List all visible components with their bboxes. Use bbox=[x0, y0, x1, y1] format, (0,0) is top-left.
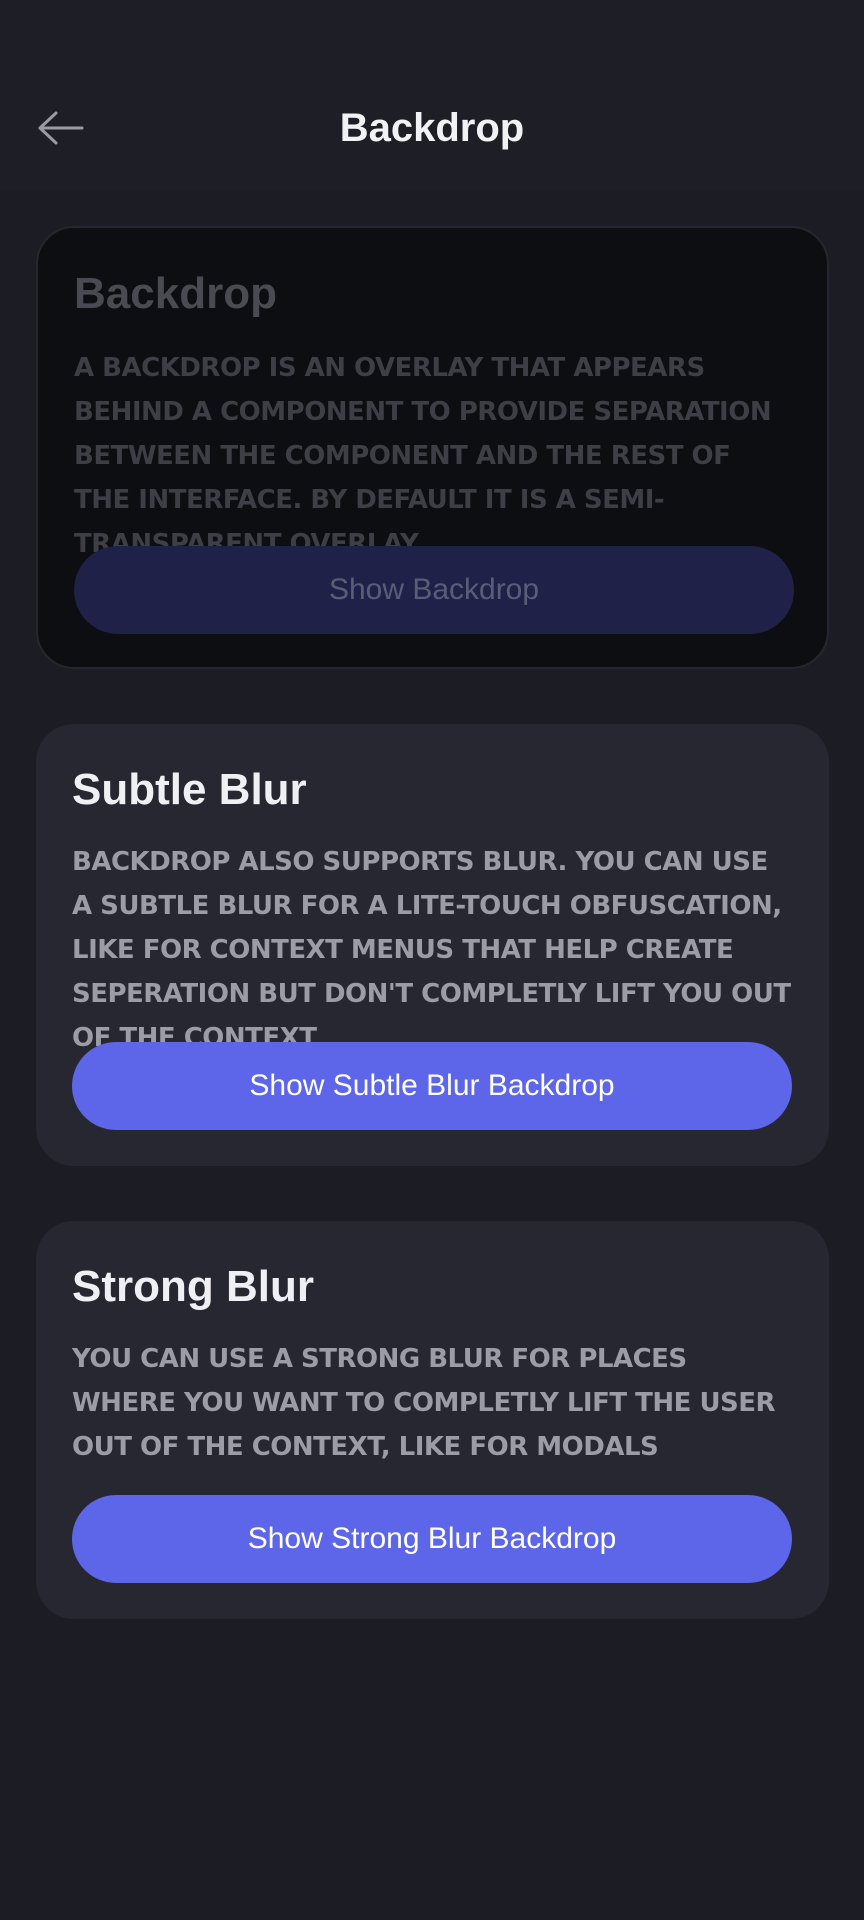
backdrop-card-title: Backdrop bbox=[74, 269, 277, 318]
strong-blur-card-title: Strong Blur bbox=[72, 1262, 314, 1311]
strong-blur-card-description: You can use a strong blur for places whe… bbox=[72, 1344, 776, 1462]
subtle-blur-card-description: Backdrop also supports blur. You can use… bbox=[72, 847, 791, 1053]
strong-blur-card: Strong Blur You can use a strong blur fo… bbox=[36, 1221, 829, 1619]
subtle-blur-card-title: Subtle Blur bbox=[72, 765, 307, 814]
backdrop-card: Backdrop A backdrop is an overlay that a… bbox=[36, 226, 829, 669]
page-title: Backdrop bbox=[339, 106, 525, 150]
backdrop-card-description: A backdrop is an overlay that appears be… bbox=[74, 353, 772, 559]
subtle-blur-card: Subtle Blur Backdrop also supports blur.… bbox=[36, 724, 829, 1166]
show-backdrop-button[interactable]: Show Backdrop bbox=[74, 546, 794, 634]
header-bar: Backdrop bbox=[0, 0, 864, 190]
show-subtle-blur-button[interactable]: Show Subtle Blur Backdrop bbox=[72, 1042, 792, 1130]
show-strong-blur-button[interactable]: Show Strong Blur Backdrop bbox=[72, 1495, 792, 1583]
